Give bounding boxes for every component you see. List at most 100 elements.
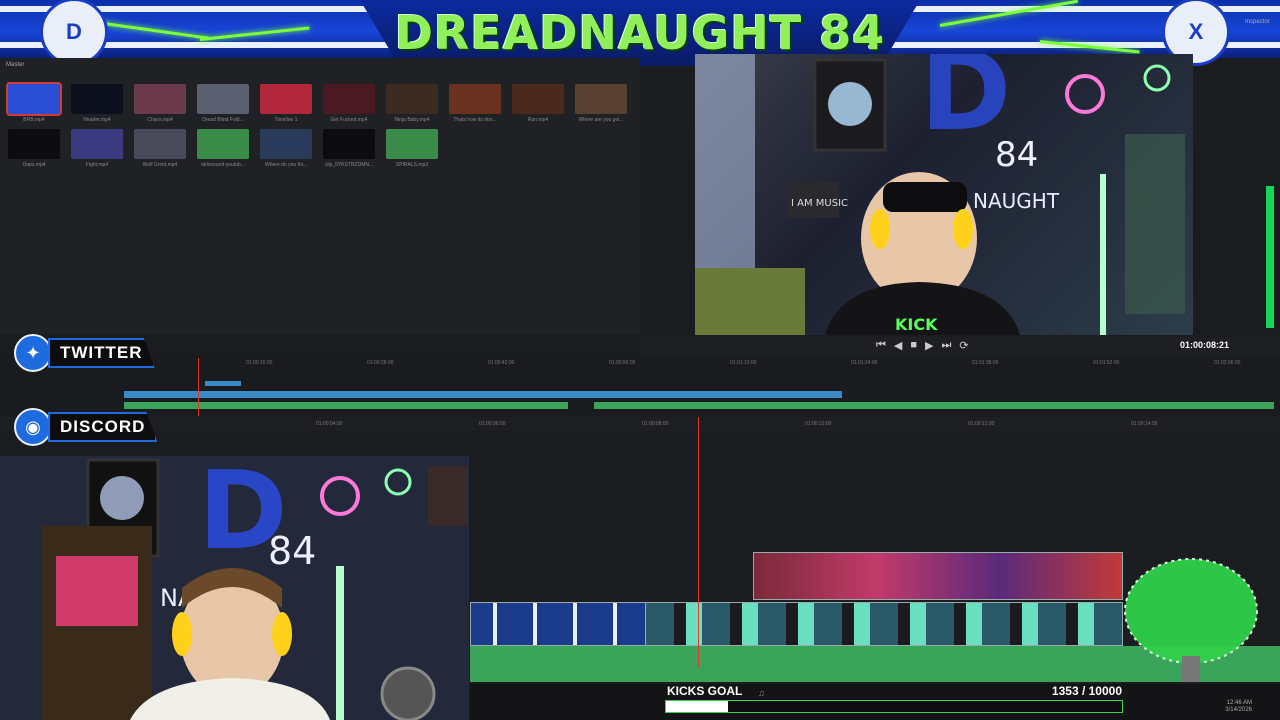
webcam-scene: D 84 NAUGHT bbox=[0, 456, 469, 720]
clip-thumbnail bbox=[134, 129, 186, 159]
taskbar-clock: 12:46 AM 3/14/2026 bbox=[1218, 700, 1252, 714]
media-clip[interactable]: Timeline 1 bbox=[260, 84, 312, 128]
clip-thumbnail bbox=[323, 84, 375, 114]
logo-letter: D bbox=[66, 19, 82, 44]
timeline-ruler[interactable] bbox=[0, 417, 1280, 431]
svg-text:84: 84 bbox=[268, 529, 316, 573]
kick-money-tree bbox=[1124, 558, 1258, 682]
logo-letter: X bbox=[1188, 19, 1204, 44]
clip-thumbnail bbox=[134, 84, 186, 114]
timeline-tracks[interactable] bbox=[470, 432, 1280, 684]
twitter-label: TWITTER bbox=[48, 338, 155, 368]
media-clip[interactable]: clip_0YKSTRZDMN... bbox=[323, 129, 375, 173]
clip-name: Chaos.mp4 bbox=[147, 117, 173, 123]
media-clip[interactable]: delosound-youtub... bbox=[197, 129, 249, 173]
bin-label[interactable]: Master bbox=[6, 62, 24, 68]
clip-name: Run.mp4 bbox=[527, 117, 549, 123]
timeline-playhead[interactable] bbox=[698, 417, 699, 667]
clock-time: 12:46 AM bbox=[1226, 700, 1252, 706]
clip-name: Fight.mp4 bbox=[85, 162, 109, 168]
skip-start-icon[interactable]: ⏮ bbox=[876, 339, 886, 352]
rewind-icon[interactable]: ◀ bbox=[894, 339, 902, 352]
clip-name: Get Fucked.mp4 bbox=[330, 117, 368, 123]
svg-text:84: 84 bbox=[995, 135, 1038, 175]
media-clip[interactable]: Thats how its don... bbox=[449, 84, 501, 128]
inspector-label[interactable]: Inspector bbox=[1245, 19, 1270, 25]
clip-name: Where are you goi... bbox=[578, 117, 624, 123]
clip-thumbnail bbox=[575, 84, 627, 114]
media-clip[interactable]: Dread Blind Fold... bbox=[197, 84, 249, 128]
timeline-clip-video2[interactable] bbox=[753, 552, 1123, 600]
clip-name: SPIRALS.mp3 bbox=[395, 162, 429, 168]
ruler-tick-label: 01:00:28:00 bbox=[367, 360, 394, 366]
media-clip[interactable]: Ninja Baby.mp4 bbox=[386, 84, 438, 128]
timeline-clip-brb[interactable] bbox=[470, 602, 647, 646]
loop-icon[interactable]: ⟳ bbox=[959, 339, 968, 352]
clip-thumbnail bbox=[6, 82, 62, 116]
clip-name: Ninja Baby.mp4 bbox=[394, 117, 430, 123]
overview-audio-track[interactable] bbox=[124, 402, 568, 409]
play-icon[interactable]: ▶ bbox=[925, 339, 933, 352]
viewer-scene: I AM MUSIC D 84 NAUGHT KICK bbox=[695, 54, 1185, 335]
clip-name: Thats how its don... bbox=[453, 117, 497, 123]
overview-playhead[interactable] bbox=[198, 358, 199, 416]
kicks-goal-progress-fill bbox=[666, 701, 728, 712]
overview-video-track[interactable] bbox=[124, 391, 842, 398]
clip-thumbnail bbox=[386, 84, 438, 114]
media-clip[interactable]: Get Fucked.mp4 bbox=[323, 84, 375, 128]
twitter-badge: ✦ TWITTER bbox=[14, 334, 155, 372]
discord-icon: ◉ bbox=[14, 408, 52, 446]
ruler-tick-label: 01:01:24:00 bbox=[851, 360, 878, 366]
clip-name: Header.mp4 bbox=[83, 117, 111, 123]
overview-audio-track[interactable] bbox=[594, 402, 1274, 409]
lightning-bolt bbox=[939, 0, 1079, 27]
media-clip[interactable]: Chaos.mp4 bbox=[134, 84, 186, 128]
media-clip[interactable]: Header.mp4 bbox=[71, 84, 123, 128]
ruler-tick-label: 01:00:08:00 bbox=[642, 421, 669, 427]
skip-end-icon[interactable]: ⏭ bbox=[942, 339, 952, 352]
clip-name: Wolf Grind.mp4 bbox=[142, 162, 178, 168]
clip-name: Dread Blind Fold... bbox=[202, 117, 244, 123]
ruler-tick-label: 01:00:12:00 bbox=[968, 421, 995, 427]
media-clip[interactable]: Fight.mp4 bbox=[71, 129, 123, 173]
clip-thumbnail bbox=[71, 129, 123, 159]
media-clip[interactable]: BRB.mp4 bbox=[6, 82, 62, 128]
clip-name: Oops.mp4 bbox=[22, 162, 46, 168]
ruler-tick-label: 01:00:06:00 bbox=[479, 421, 506, 427]
discord-badge: ◉ DISCORD bbox=[14, 408, 158, 446]
media-clip[interactable]: SPIRALS.mp3 bbox=[386, 129, 438, 173]
kicks-goal-progress bbox=[665, 700, 1123, 713]
overview-clip-blue[interactable] bbox=[205, 381, 241, 386]
stop-icon[interactable]: ■ bbox=[910, 339, 917, 352]
media-clip[interactable]: Oops.mp4 bbox=[8, 129, 60, 173]
ruler-tick-label: 01:01:38:00 bbox=[972, 360, 999, 366]
ruler-tick-label: 01:00:56:00 bbox=[609, 360, 636, 366]
svg-text:I AM MUSIC: I AM MUSIC bbox=[791, 198, 848, 209]
kicks-goal-count: 1353 / 10000 bbox=[1051, 684, 1122, 698]
ruler-tick-label: 01:02:06:00 bbox=[1214, 360, 1241, 366]
timeline-clip-video1[interactable] bbox=[645, 602, 1123, 646]
kicks-goal-label: KICKS GOAL bbox=[667, 684, 743, 698]
media-clip[interactable]: Where are you goi... bbox=[575, 84, 627, 128]
lightning-bolt bbox=[199, 26, 310, 41]
clip-name: Timeline 1 bbox=[274, 117, 298, 123]
clip-name: delosound-youtub... bbox=[201, 162, 245, 168]
ruler-tick-label: 01:01:10:00 bbox=[730, 360, 757, 366]
clip-thumbnail bbox=[197, 129, 249, 159]
timecode-display: 01:00:08:21 bbox=[1180, 340, 1230, 350]
clip-thumbnail bbox=[71, 84, 123, 114]
svg-text:NAUGHT: NAUGHT bbox=[973, 189, 1060, 213]
ruler-tick-label: 01:00:04:00 bbox=[316, 421, 343, 427]
clip-thumbnail bbox=[8, 129, 60, 159]
media-clip[interactable]: Run.mp4 bbox=[512, 84, 564, 128]
webcam-overlay: D 84 NAUGHT bbox=[0, 456, 469, 720]
media-clip[interactable]: Wolf Grind.mp4 bbox=[134, 129, 186, 173]
transport-controls: ⏮ ◀ ■ ▶ ⏭ ⟳ bbox=[876, 339, 969, 352]
media-clip[interactable]: Where do you thi... bbox=[260, 129, 312, 173]
banner-title: DREADNAUGHT 84 bbox=[394, 6, 886, 60]
channel-logo-left-icon: D bbox=[40, 0, 108, 66]
clock-date: 3/14/2026 bbox=[1225, 707, 1252, 713]
clip-name: BRB.mp4 bbox=[23, 117, 45, 123]
ruler-tick-label: 01:00:10:00 bbox=[805, 421, 832, 427]
ruler-tick-label: 01:00:16:00 bbox=[246, 360, 273, 366]
